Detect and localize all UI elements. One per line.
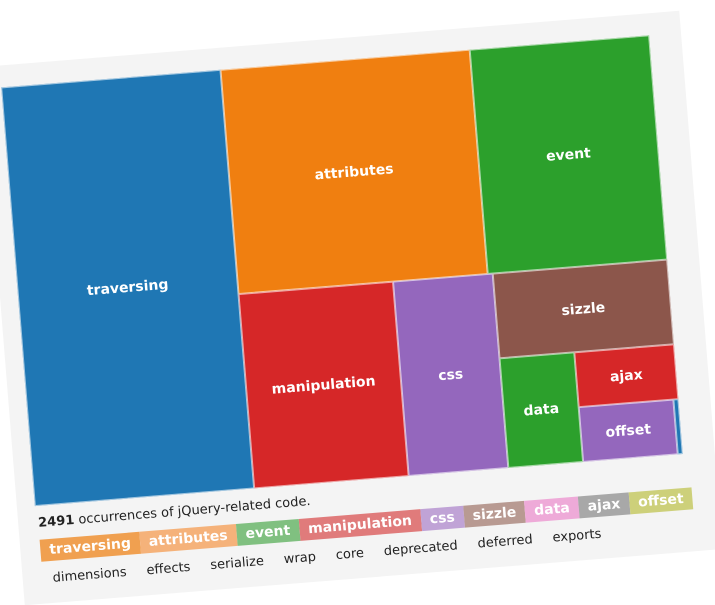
legend-item-serialize[interactable]: serialize: [200, 551, 275, 576]
legend-item-attributes[interactable]: attributes: [138, 524, 238, 554]
legend-item-offset[interactable]: offset: [628, 487, 694, 515]
legend-item-deprecated[interactable]: deprecated: [373, 536, 468, 562]
treemap-cell-ajax[interactable]: ajax: [574, 344, 679, 408]
legend-item-deferred[interactable]: deferred: [467, 529, 544, 554]
legend-item-traversing[interactable]: traversing: [39, 531, 141, 562]
treemap-card: traversing attributes event manipulation css…: [0, 10, 715, 605]
legend-item-exports[interactable]: exports: [542, 524, 612, 548]
treemap-cell-attributes[interactable]: attributes: [220, 49, 488, 295]
legend-item-core[interactable]: core: [325, 543, 375, 566]
treemap-cell-data[interactable]: data: [499, 352, 584, 468]
legend-item-ajax[interactable]: ajax: [577, 492, 631, 519]
legend-item-dimensions[interactable]: dimensions: [42, 562, 137, 588]
total-count: 2491: [37, 512, 75, 531]
legend-item-event[interactable]: event: [235, 518, 301, 546]
legend-item-effects[interactable]: effects: [136, 557, 201, 581]
treemap-cell-manipulation[interactable]: manipulation: [238, 281, 409, 489]
treemap-cell-event[interactable]: event: [469, 35, 668, 275]
legend-item-data[interactable]: data: [524, 496, 580, 523]
treemap: traversing attributes event manipulation css…: [1, 35, 683, 507]
treemap-cell-css[interactable]: css: [393, 273, 509, 476]
legend-item-wrap[interactable]: wrap: [273, 547, 327, 570]
legend-item-css[interactable]: css: [420, 505, 465, 532]
treemap-cell-traversing[interactable]: traversing: [1, 69, 255, 507]
legend-item-manipulation[interactable]: manipulation: [298, 509, 422, 541]
legend-item-sizzle[interactable]: sizzle: [462, 500, 527, 528]
treemap-cell-offset[interactable]: offset: [578, 399, 678, 462]
treemap-cell-sizzle[interactable]: sizzle: [492, 259, 674, 359]
